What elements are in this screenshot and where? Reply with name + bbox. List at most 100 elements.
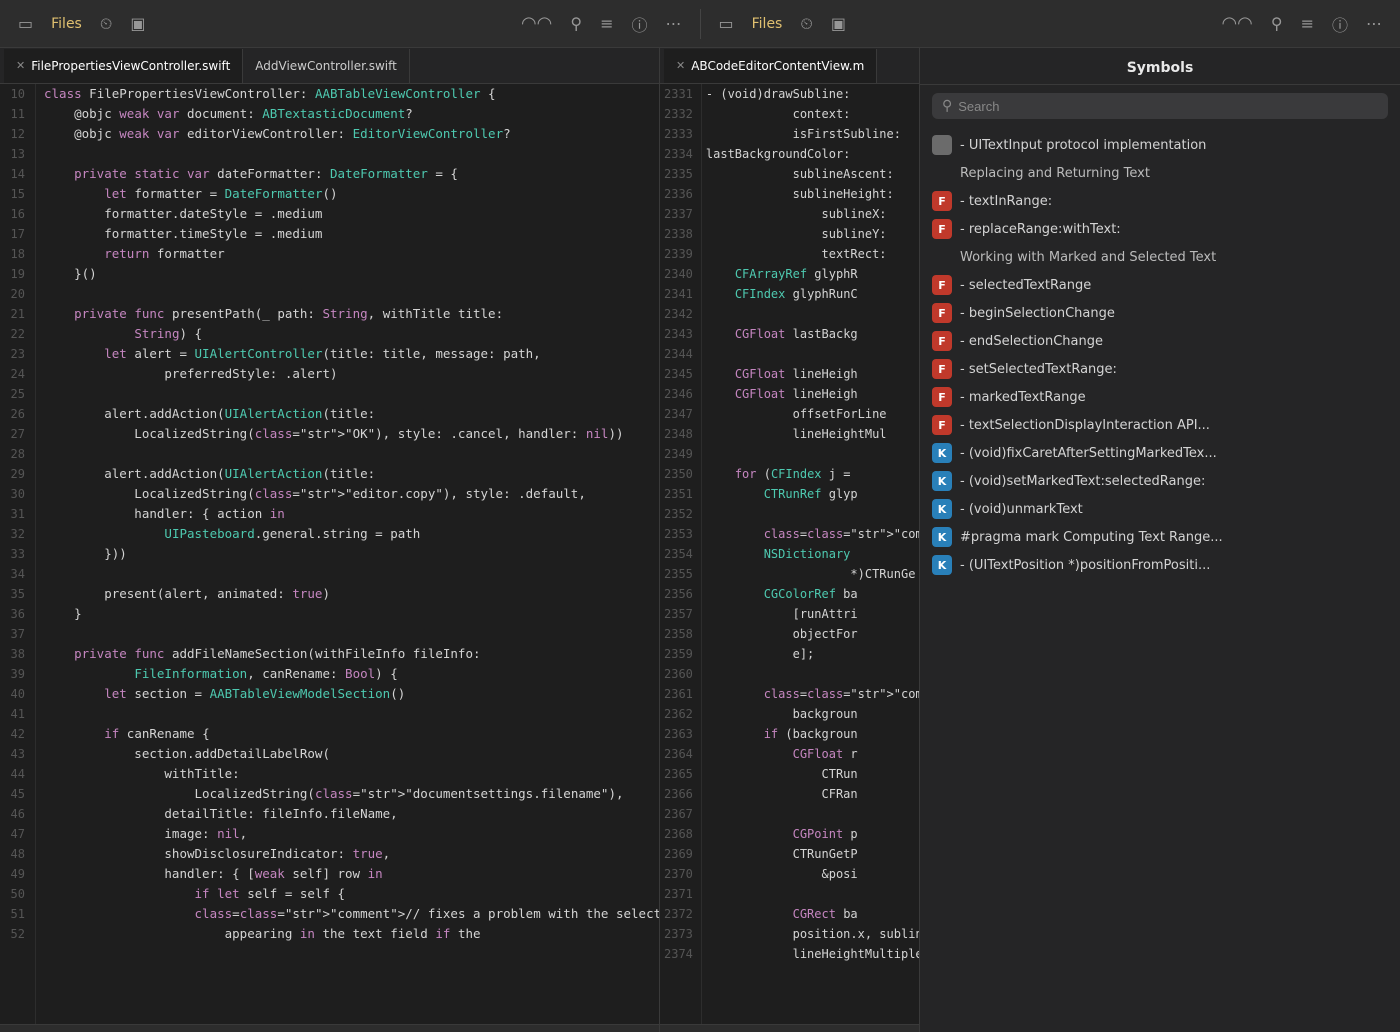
symbol-item[interactable]: K- (void)fixCaretAfterSettingMarkedTex..… <box>920 439 1400 467</box>
symbol-item[interactable]: Working with Marked and Selected Text <box>920 243 1400 271</box>
symbol-item[interactable]: K- (UITextPosition *)positionFromPositi.… <box>920 551 1400 579</box>
tab-file-properties[interactable]: ✕ FilePropertiesViewController.swift <box>4 49 243 83</box>
symbol-badge: F <box>932 359 952 379</box>
line-number: 2356 <box>664 584 693 604</box>
list-icon-right[interactable]: ≡ <box>1301 14 1314 33</box>
symbol-item[interactable]: F- replaceRange:withText: <box>920 215 1400 243</box>
history-icon-right[interactable]: ⏲ <box>800 14 812 34</box>
line-number: 2359 <box>664 644 693 664</box>
code-line: String) { <box>44 324 651 344</box>
terminal-icon-left[interactable]: ▣ <box>130 14 145 33</box>
symbol-item[interactable]: Replacing and Returning Text <box>920 159 1400 187</box>
code-line: backgroun <box>706 704 915 724</box>
symbol-item[interactable]: F- setSelectedTextRange: <box>920 355 1400 383</box>
symbol-item[interactable]: F- endSelectionChange <box>920 327 1400 355</box>
code-line: CGFloat r <box>706 744 915 764</box>
code-line: objectFor <box>706 624 915 644</box>
symbol-badge: F <box>932 331 952 351</box>
symbol-section-label: Replacing and Returning Text <box>960 166 1150 181</box>
search-icon-left[interactable]: ⚲ <box>570 14 582 33</box>
line-number: 2348 <box>664 424 693 444</box>
symbol-badge: K <box>932 443 952 463</box>
tab-add-view-controller[interactable]: AddViewController.swift <box>243 49 410 83</box>
symbol-item[interactable]: F- selectedTextRange <box>920 271 1400 299</box>
line-number: 44 <box>8 764 25 784</box>
code-line: } <box>44 604 651 624</box>
close-icon-tab1[interactable]: ✕ <box>16 59 25 72</box>
code-line <box>706 804 915 824</box>
code-line <box>706 444 915 464</box>
tab-label-abcode: ABCodeEditorContentView.m <box>691 59 864 73</box>
line-number: 2335 <box>664 164 693 184</box>
sidebar-toggle-icon-right[interactable]: ▭ <box>719 14 734 33</box>
code-line: private static var dateFormatter: DateFo… <box>44 164 651 184</box>
zoom-icon-left[interactable]: ◠◠ <box>521 13 552 34</box>
zoom-icon-right[interactable]: ◠◠ <box>1221 13 1252 34</box>
line-number: 2363 <box>664 724 693 744</box>
code-line <box>44 384 651 404</box>
code-line: class FilePropertiesViewController: AABT… <box>44 84 651 104</box>
line-number: 2331 <box>664 84 693 104</box>
info-icon-right[interactable]: ⓘ <box>1332 12 1348 36</box>
close-icon-tab-right[interactable]: ✕ <box>676 59 685 72</box>
symbol-badge: K <box>932 527 952 547</box>
line-number: 34 <box>8 564 25 584</box>
symbol-item[interactable]: F- textSelectionDisplayInteraction API..… <box>920 411 1400 439</box>
tab-label-file-properties: FilePropertiesViewController.swift <box>31 59 230 73</box>
symbol-item[interactable]: K- (void)unmarkText <box>920 495 1400 523</box>
left-code-area[interactable]: 1011121314151617181920212223242526272829… <box>0 84 659 1024</box>
line-number: 30 <box>8 484 25 504</box>
tab-abcode-editor[interactable]: ✕ ABCodeEditorContentView.m <box>664 49 877 83</box>
symbol-text: - replaceRange:withText: <box>960 222 1121 237</box>
left-scrollbar[interactable] <box>0 1024 659 1032</box>
code-line: position.x, sublineY, runWidth, sublineH… <box>706 924 915 944</box>
code-line: isFirstSubline: <box>706 124 915 144</box>
code-line: CTRunGetP <box>706 844 915 864</box>
right-code-content: - (void)drawSubline: context: isFirstSub… <box>702 84 919 1024</box>
line-number: 19 <box>8 264 25 284</box>
right-editor-pane: ✕ ABCodeEditorContentView.m 233123322333… <box>660 48 920 1032</box>
more-icon-right[interactable]: ⋯ <box>1366 14 1382 33</box>
right-code-area[interactable]: 2331233223332334233523362337233823392340… <box>660 84 919 1024</box>
files-label-right[interactable]: Files <box>752 16 783 32</box>
symbol-badge: K <box>932 555 952 575</box>
files-label-left[interactable]: Files <box>51 16 82 32</box>
line-number: 25 <box>8 384 25 404</box>
symbol-badge: F <box>932 387 952 407</box>
line-number: 2371 <box>664 884 693 904</box>
symbols-search-input[interactable] <box>958 99 1378 114</box>
right-scrollbar[interactable] <box>660 1024 919 1032</box>
code-line: LocalizedString(class="str">"editor.copy… <box>44 484 651 504</box>
symbol-item[interactable]: K#pragma mark Computing Text Range... <box>920 523 1400 551</box>
search-icon-right[interactable]: ⚲ <box>1271 14 1283 33</box>
code-line <box>44 144 651 164</box>
symbol-item[interactable]: F- markedTextRange <box>920 383 1400 411</box>
symbol-item[interactable]: - UITextInput protocol implementation <box>920 131 1400 159</box>
line-number: 42 <box>8 724 25 744</box>
code-line: LocalizedString(class="str">"documentset… <box>44 784 651 804</box>
symbol-text: - UITextInput protocol implementation <box>960 138 1206 153</box>
terminal-icon-right[interactable]: ▣ <box>831 14 846 33</box>
symbols-search-bar[interactable]: ⚲ <box>932 93 1388 119</box>
list-icon-left[interactable]: ≡ <box>600 14 613 33</box>
line-number: 14 <box>8 164 25 184</box>
code-line: e]; <box>706 644 915 664</box>
symbols-list: - UITextInput protocol implementation Rep… <box>920 127 1400 1032</box>
sidebar-toggle-icon-left[interactable]: ▭ <box>18 14 33 33</box>
line-number: 2362 <box>664 704 693 724</box>
line-number: 10 <box>8 84 25 104</box>
info-icon-left[interactable]: ⓘ <box>631 12 647 36</box>
symbol-badge: F <box>932 191 952 211</box>
code-line: class=class="str">"comment">// we only n… <box>706 684 915 704</box>
line-number: 52 <box>8 924 25 944</box>
symbol-item[interactable]: F- beginSelectionChange <box>920 299 1400 327</box>
line-number: 2350 <box>664 464 693 484</box>
history-icon-left[interactable]: ⏲ <box>100 14 112 34</box>
symbol-text: - beginSelectionChange <box>960 306 1115 321</box>
symbol-item[interactable]: F- textInRange: <box>920 187 1400 215</box>
symbol-item[interactable]: K- (void)setMarkedText:selectedRange: <box>920 467 1400 495</box>
code-line: CGColorRef ba <box>706 584 915 604</box>
more-icon-left[interactable]: ⋯ <box>666 14 682 33</box>
code-line: appearing in the text field if the <box>44 924 651 944</box>
code-line <box>44 704 651 724</box>
